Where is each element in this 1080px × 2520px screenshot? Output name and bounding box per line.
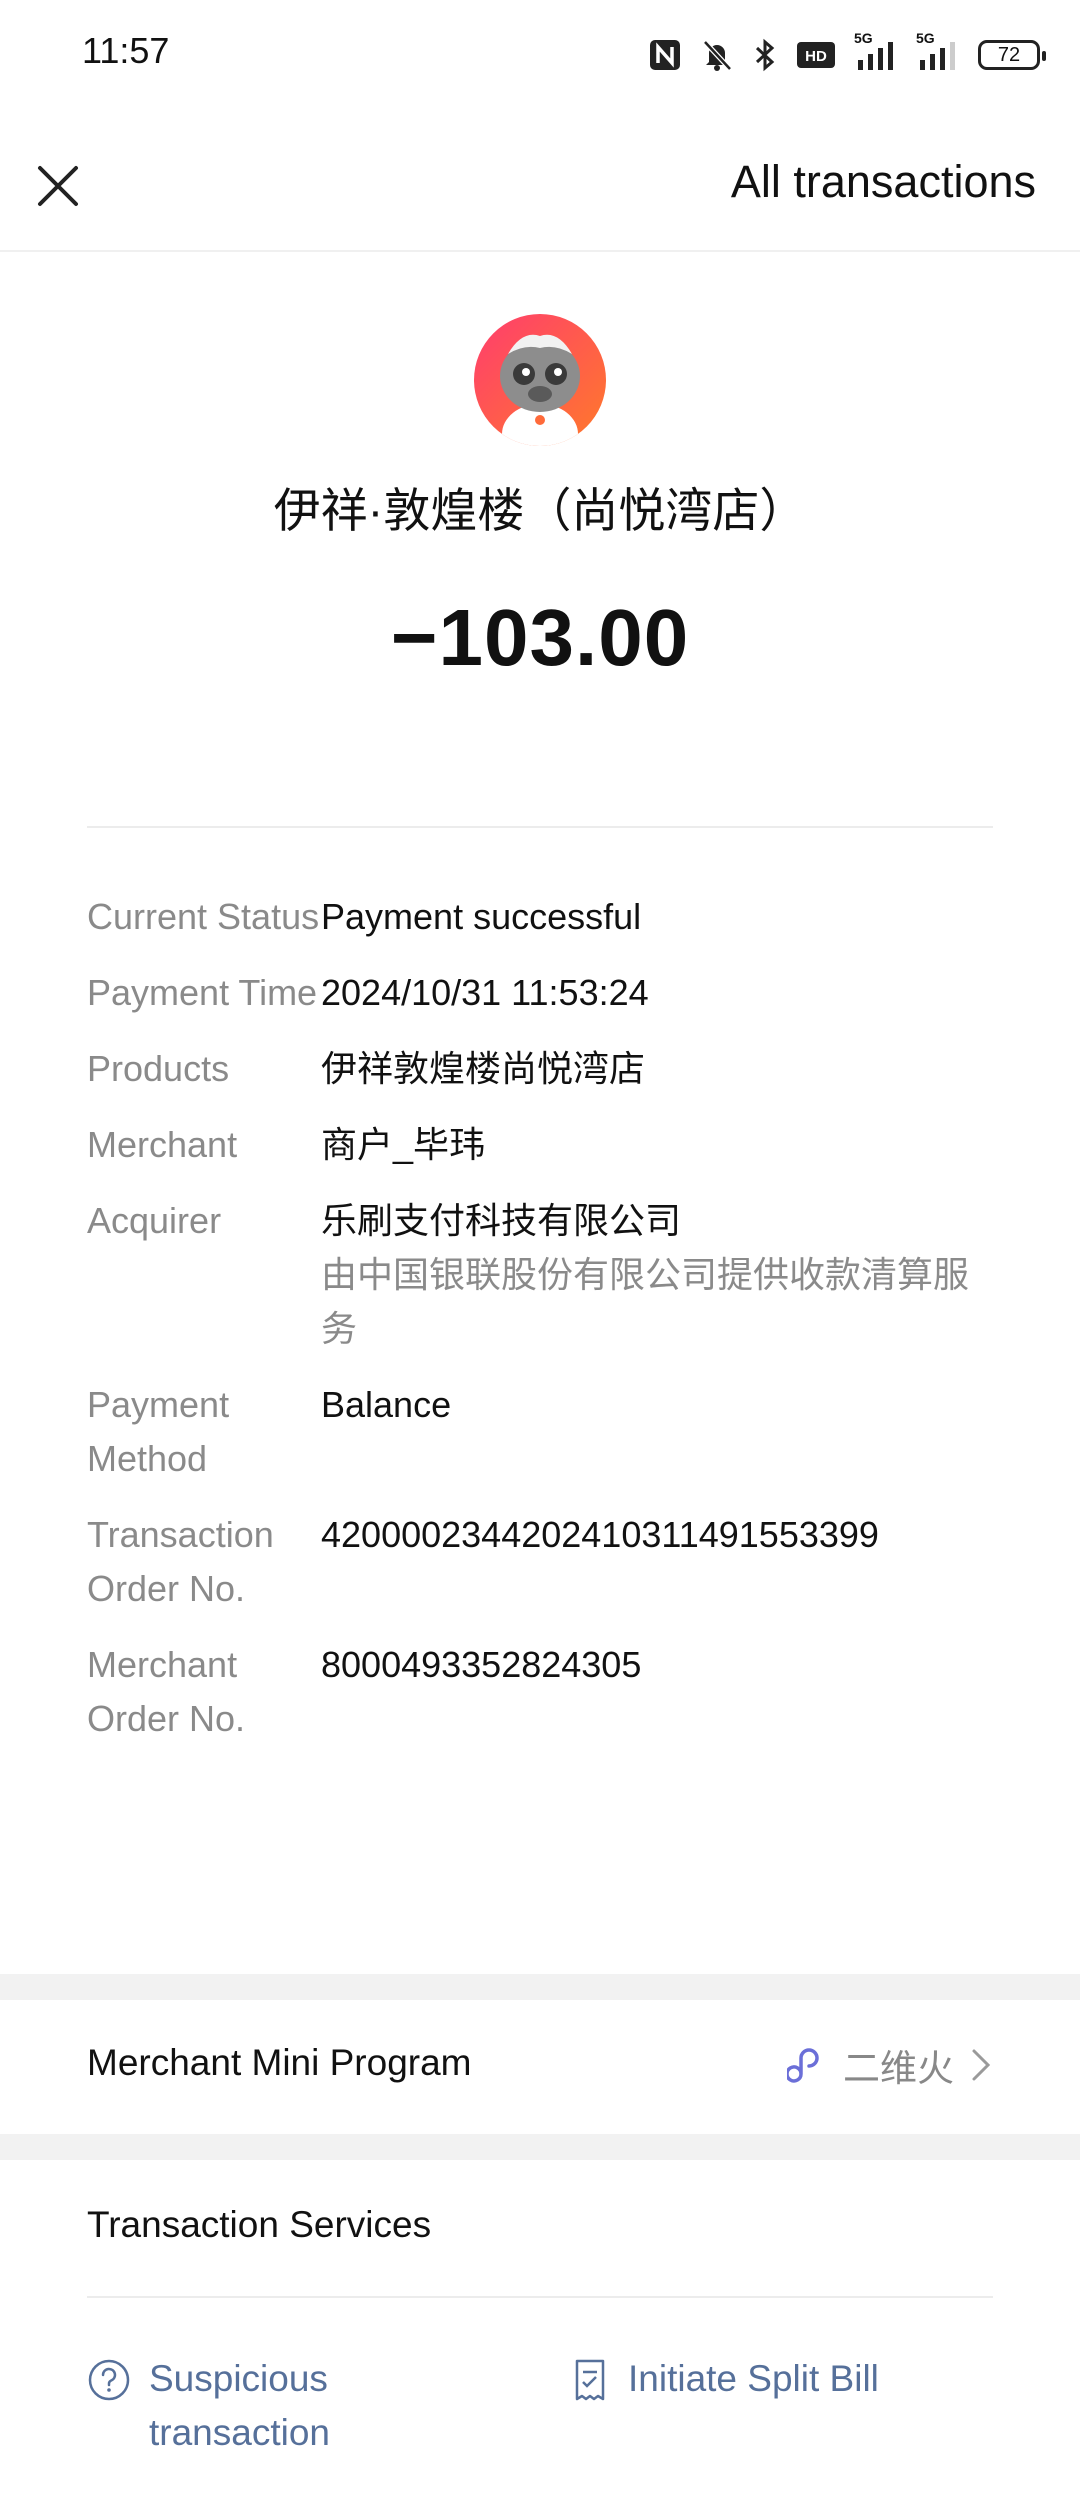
detail-value[interactable]: 8000493352824305 — [321, 1638, 993, 1746]
battery-indicator: 72 — [978, 40, 1046, 70]
status-icons: HD 5G 5G 72 — [648, 30, 1046, 80]
signal-5g-label-2: 5G — [916, 30, 935, 46]
detail-label: Transaction Order No. — [87, 1514, 274, 1609]
detail-subtext: 由中国银联股份有限公司提供收款清算服务 — [321, 1254, 970, 1349]
divider — [87, 2296, 993, 2298]
transaction-services-title: Transaction Services — [87, 2204, 432, 2245]
detail-label: Payment Time — [87, 972, 318, 1013]
status-time: 11:57 — [82, 30, 170, 71]
detail-row-payment-time: Payment Time 2024/10/31 11:53:24 — [87, 966, 993, 1020]
bluetooth-icon — [752, 38, 778, 72]
merchant-mini-program-row[interactable]: Merchant Mini Program 二维火 — [0, 2000, 1080, 2134]
detail-value-group: 乐刷支付科技有限公司 由中国银联股份有限公司提供收款清算服务 — [321, 1194, 993, 1356]
chevron-right-icon — [972, 2049, 991, 2081]
merchant-name: 伊祥·敦煌楼（尚悦湾店） — [273, 484, 807, 537]
transaction-details: Current Status Payment successful Paymen… — [87, 890, 993, 1768]
detail-value: Payment successful — [321, 896, 642, 937]
transaction-amount: −103.00 — [390, 593, 690, 682]
signal-5g-icon-1: 5G — [854, 30, 898, 72]
mute-bell-icon — [700, 38, 734, 72]
detail-value: 伊祥敦煌楼尚悦湾店 — [321, 1048, 646, 1089]
mini-program-name: 二维火 — [843, 2048, 954, 2089]
detail-value: Balance — [321, 1384, 452, 1425]
divider — [87, 826, 993, 828]
close-icon — [38, 166, 78, 206]
detail-label: Acquirer — [87, 1200, 222, 1241]
hd-icon: HD — [796, 40, 836, 70]
detail-row-acquirer: Acquirer 乐刷支付科技有限公司 由中国银联股份有限公司提供收款清算服务 — [87, 1194, 993, 1356]
detail-value[interactable]: 4200002344202410311491553399 — [321, 1508, 993, 1616]
detail-label: Payment Method — [87, 1384, 230, 1479]
detail-label: Products — [87, 1048, 230, 1089]
question-circle-icon — [88, 2359, 130, 2401]
mini-program-label: Merchant Mini Program — [87, 2042, 472, 2083]
mini-program-target: 二维火 — [787, 2038, 994, 2092]
detail-row-merchant: Merchant 商户_毕玮 — [87, 1118, 993, 1172]
suspicious-transaction-label: Suspicious transaction — [149, 2358, 330, 2453]
all-transactions-link[interactable]: All transactions — [731, 156, 1036, 208]
signal-5g-icon-2: 5G — [916, 30, 960, 72]
detail-label: Merchant Order No. — [87, 1644, 246, 1739]
detail-label: Current Status — [87, 896, 320, 937]
detail-value: 商户_毕玮 — [321, 1124, 486, 1165]
signal-5g-label-1: 5G — [854, 30, 873, 46]
split-bill-label: Initiate Split Bill — [628, 2358, 879, 2399]
top-bar: All transactions — [0, 130, 1080, 252]
detail-row-products: Products 伊祥敦煌楼尚悦湾店 — [87, 1042, 993, 1096]
svg-text:HD: HD — [805, 48, 827, 65]
close-button[interactable] — [28, 156, 88, 216]
detail-value: 乐刷支付科技有限公司 — [321, 1200, 682, 1241]
section-separator — [0, 1974, 1080, 2000]
nfc-icon — [648, 38, 682, 72]
detail-value: 2024/10/31 11:53:24 — [321, 972, 649, 1013]
detail-row-payment-method: Payment Method Balance — [87, 1378, 993, 1486]
suspicious-transaction-button[interactable]: Suspicious transaction — [87, 2352, 487, 2460]
receipt-icon — [575, 2359, 605, 2401]
section-separator — [0, 2134, 1080, 2160]
detail-row-transaction-order: Transaction Order No. 420000234420241031… — [87, 1508, 993, 1616]
detail-row-status: Current Status Payment successful — [87, 890, 993, 944]
status-bar: 11:57 HD 5G 5G 72 — [0, 0, 1080, 110]
merchant-avatar — [474, 314, 606, 446]
detail-label: Merchant — [87, 1124, 238, 1165]
detail-row-merchant-order: Merchant Order No. 8000493352824305 — [87, 1638, 993, 1746]
split-bill-button[interactable]: Initiate Split Bill — [570, 2352, 879, 2406]
mini-program-icon — [787, 2048, 819, 2083]
